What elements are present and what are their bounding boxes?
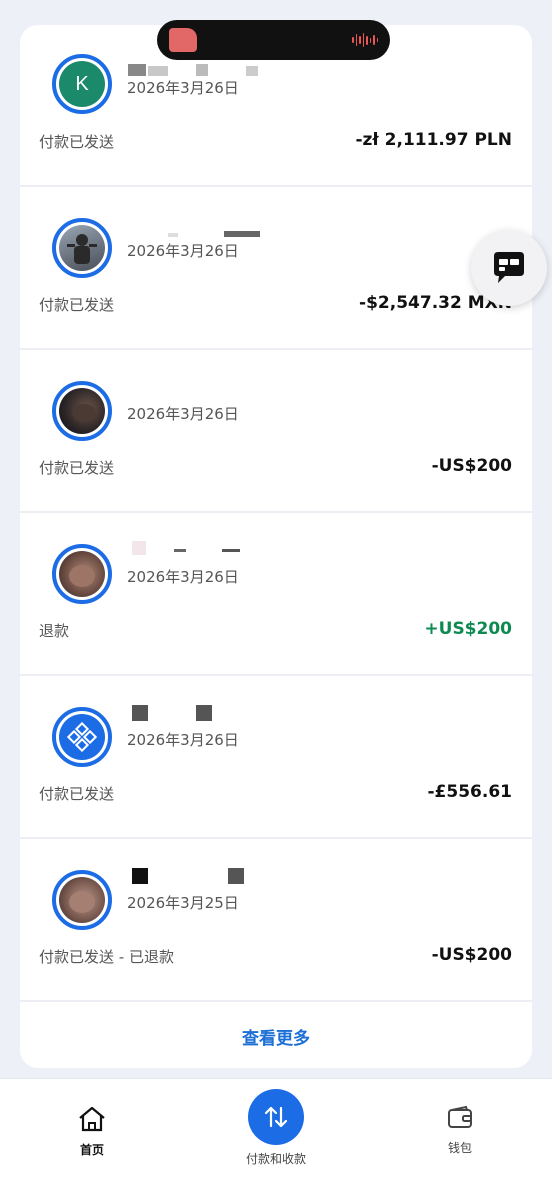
avatar — [52, 707, 112, 767]
transaction-status: 付款已发送 - 已退款 — [39, 948, 174, 966]
nav-wallet[interactable]: 钱包 — [430, 1105, 490, 1156]
transaction-amount: -zł 2,111.97 PLN — [355, 130, 512, 150]
transaction-date: 2026年3月26日 — [127, 405, 239, 423]
transaction-date: 2026年3月25日 — [127, 894, 239, 912]
redacted-name — [128, 63, 298, 77]
avatar-initial: K — [75, 72, 89, 95]
swap-arrows-icon — [264, 1106, 288, 1128]
chat-button[interactable] — [471, 230, 547, 306]
transaction-row[interactable]: 2026年3月26日 付款已发送 -£556.61 — [20, 677, 532, 839]
person-photo-icon — [67, 234, 97, 264]
transaction-list: K 2026年3月26日 付款已发送 -zł 2,111.97 PLN 2026… — [20, 25, 532, 1068]
nav-home-label: 首页 — [79, 1143, 104, 1157]
transaction-status: 付款已发送 — [39, 459, 115, 477]
transaction-row[interactable]: 2026年3月26日 退款 +US$200 — [20, 514, 532, 676]
avatar — [52, 381, 112, 441]
transaction-amount: -US$200 — [431, 456, 512, 476]
avatar — [52, 870, 112, 930]
wallet-icon — [448, 1105, 472, 1128]
transaction-amount: -£556.61 — [427, 782, 513, 802]
audio-wave-icon — [352, 33, 378, 47]
view-more-link[interactable]: 查看更多 — [20, 1005, 532, 1068]
transaction-date: 2026年3月26日 — [127, 242, 239, 260]
transaction-amount: +US$200 — [424, 619, 512, 639]
nav-wallet-label: 钱包 — [447, 1141, 472, 1155]
transaction-status: 付款已发送 — [39, 133, 115, 151]
transaction-status: 退款 — [39, 622, 70, 640]
transaction-status: 付款已发送 — [39, 296, 115, 314]
redacted-name — [128, 868, 248, 884]
avatar — [52, 544, 112, 604]
portrait-photo-icon — [69, 565, 95, 587]
transaction-row[interactable]: 2026年3月26日 付款已发送 -US$200 — [20, 351, 532, 513]
transaction-row[interactable]: 2026年3月26日 付款已发送 -$2,547.32 MXN — [20, 188, 532, 350]
dynamic-island — [157, 20, 390, 60]
home-icon — [79, 1106, 105, 1132]
nav-pay-label: 付款和收款 — [245, 1152, 306, 1166]
portrait-photo-icon — [69, 891, 95, 913]
transaction-date: 2026年3月26日 — [127, 731, 239, 749]
redacted-name — [128, 705, 228, 721]
bottom-nav: 首页 付款和收款 钱包 — [0, 1078, 552, 1200]
crypto-token-icon — [67, 722, 97, 752]
nav-pay[interactable]: 付款和收款 — [230, 1089, 322, 1167]
transaction-row[interactable]: 2026年3月25日 付款已发送 - 已退款 -US$200 — [20, 840, 532, 1002]
redacted-name — [128, 540, 278, 555]
chat-bubble-icon — [494, 252, 524, 283]
app-screen: K 2026年3月26日 付款已发送 -zł 2,111.97 PLN 2026… — [0, 0, 552, 1200]
avatar — [52, 218, 112, 278]
nav-home[interactable]: 首页 — [62, 1105, 122, 1158]
transaction-date: 2026年3月26日 — [127, 79, 239, 97]
portrait-photo-icon — [72, 404, 96, 422]
transaction-amount: -US$200 — [431, 945, 512, 965]
transfer-button[interactable] — [248, 1089, 304, 1145]
transaction-status: 付款已发送 — [39, 785, 115, 803]
avatar: K — [52, 54, 112, 114]
transaction-date: 2026年3月26日 — [127, 568, 239, 586]
recording-indicator-icon — [169, 28, 197, 52]
